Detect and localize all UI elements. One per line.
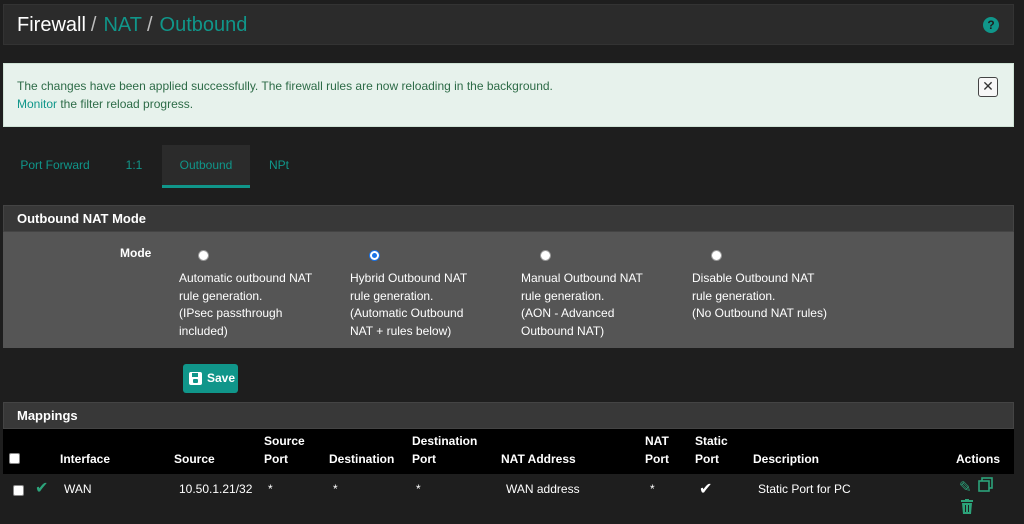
col-source: Source xyxy=(174,452,215,466)
col-static-port: Static Port xyxy=(695,434,728,466)
select-all-checkbox[interactable] xyxy=(9,453,20,464)
cell-source: 10.50.1.21/32 xyxy=(179,482,253,496)
breadcrumb-outbound[interactable]: Outbound xyxy=(160,14,248,36)
alert-message: The changes have been applied successful… xyxy=(17,79,553,93)
row-checkbox[interactable] xyxy=(13,485,24,496)
monitor-link[interactable]: Monitor xyxy=(17,97,57,111)
mode-option-text: Automatic outbound NAT rule generation. … xyxy=(179,271,313,339)
enabled-check-icon: ✔ xyxy=(35,480,49,497)
col-description: Description xyxy=(753,452,820,466)
outbound-nat-mode-heading: Outbound NAT Mode xyxy=(3,205,1014,232)
copy-icon[interactable] xyxy=(978,477,993,492)
col-destination-port: Destination Port xyxy=(412,434,478,466)
tab-port-forward[interactable]: Port Forward xyxy=(3,145,107,188)
cell-interface: WAN xyxy=(64,482,92,496)
breadcrumb-separator: / xyxy=(146,14,153,36)
col-nat-port: NAT Port xyxy=(645,434,669,466)
breadcrumb: Firewall / NAT / Outbound xyxy=(17,13,247,37)
delete-icon[interactable] xyxy=(960,499,974,515)
radio-automatic[interactable] xyxy=(198,250,209,261)
radio-manual[interactable] xyxy=(540,250,551,261)
radio-hybrid[interactable] xyxy=(369,250,380,261)
mode-option-text: Disable Outbound NAT rule generation. (N… xyxy=(692,271,827,321)
close-icon[interactable]: ✕ xyxy=(978,77,998,97)
tab-npt[interactable]: NPt xyxy=(258,145,300,188)
cell-destination: * xyxy=(333,482,338,496)
radio-disable[interactable] xyxy=(711,250,722,261)
mode-option-text: Hybrid Outbound NAT rule generation. (Au… xyxy=(350,271,468,339)
mode-label: Mode xyxy=(120,246,152,260)
edit-icon[interactable]: ✎ xyxy=(959,478,972,496)
col-actions: Actions xyxy=(956,452,1001,466)
alert-message-rest: the filter reload progress. xyxy=(57,97,194,111)
breadcrumb-separator: / xyxy=(90,14,97,36)
mode-option-text: Manual Outbound NAT rule generation. (AO… xyxy=(521,271,643,339)
col-source-port: Source Port xyxy=(264,434,305,466)
table-row[interactable]: ✔ WAN 10.50.1.21/32 * * * WAN address * … xyxy=(3,474,1014,524)
tab-one-to-one[interactable]: 1:1 xyxy=(114,145,154,188)
cell-source-port: * xyxy=(268,482,273,496)
save-icon xyxy=(189,372,202,385)
page-header: Firewall / NAT / Outbound ? xyxy=(3,4,1014,45)
cell-description: Static Port for PC xyxy=(758,482,851,496)
save-button[interactable]: Save xyxy=(183,364,238,393)
outbound-nat-mode-panel: Mode Automatic outbound NAT rule generat… xyxy=(3,232,1014,348)
col-destination: Destination xyxy=(329,452,395,466)
col-interface: Interface xyxy=(60,452,111,466)
nat-tabs: Port Forward 1:1 Outbound NPt xyxy=(3,145,1014,188)
cell-destination-port: * xyxy=(416,482,421,496)
mappings-table-header: Interface Source Source Port Destination… xyxy=(3,429,1014,474)
alert-message-2: Monitor the filter reload progress. xyxy=(17,97,193,111)
breadcrumb-nat[interactable]: NAT xyxy=(103,14,142,36)
question-circle-icon[interactable]: ? xyxy=(983,17,999,33)
breadcrumb-firewall: Firewall xyxy=(17,14,86,36)
col-nat-address: NAT Address xyxy=(501,452,576,466)
cell-nat-address: WAN address xyxy=(506,482,580,496)
static-port-check-icon: ✔ xyxy=(699,481,713,498)
tab-outbound[interactable]: Outbound xyxy=(162,145,250,188)
success-alert: The changes have been applied successful… xyxy=(3,63,1014,127)
save-button-label: Save xyxy=(207,371,236,385)
mappings-heading: Mappings xyxy=(3,402,1014,429)
cell-nat-port: * xyxy=(650,482,655,496)
